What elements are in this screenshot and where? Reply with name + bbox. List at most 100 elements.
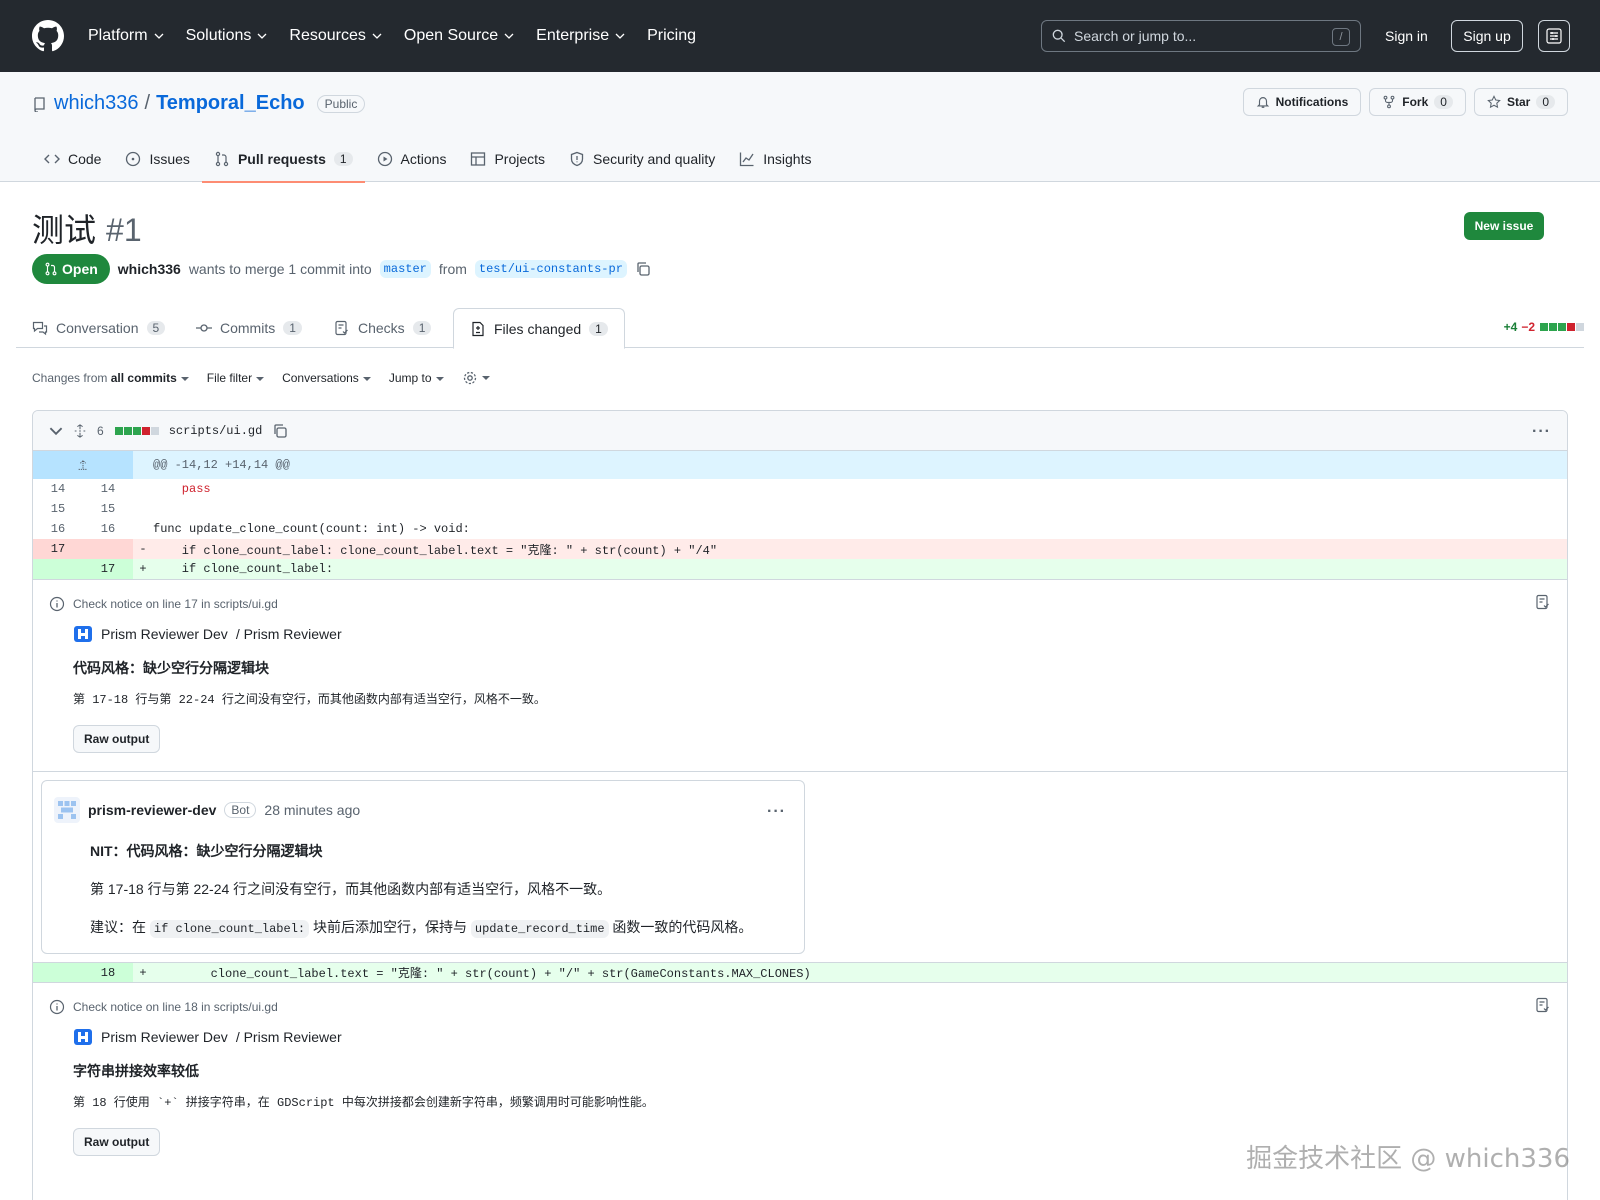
- search-shortcut-key: /: [1332, 28, 1350, 46]
- head-branch[interactable]: test/ui-constants-pr: [474, 260, 627, 278]
- copy-icon[interactable]: [272, 423, 288, 439]
- kebab-menu-icon[interactable]: ···: [767, 803, 786, 821]
- conversations-dropdown[interactable]: Conversations: [282, 371, 371, 385]
- commits-count: 1: [283, 321, 302, 335]
- repo-tabs: Code Issues Pull requests 1 Actions Proj…: [32, 136, 823, 183]
- code-line: 15 15: [33, 499, 1567, 519]
- notice-app-name[interactable]: Prism Reviewer Dev: [101, 1029, 228, 1045]
- visibility-badge: Public: [316, 94, 366, 113]
- new-line-number[interactable]: 14: [83, 479, 133, 499]
- repo-separator: /: [144, 92, 151, 114]
- tab-projects[interactable]: Projects: [458, 136, 557, 182]
- new-line-number[interactable]: 18: [83, 962, 133, 983]
- tab-actions[interactable]: Actions: [365, 136, 459, 182]
- pull-requests-count: 1: [333, 152, 353, 166]
- comment-author[interactable]: prism-reviewer-dev: [88, 802, 216, 818]
- tab-label: Actions: [400, 151, 447, 167]
- nav-platform[interactable]: Platform: [88, 27, 164, 45]
- new-line-number[interactable]: 17: [83, 559, 133, 579]
- sign-in-link[interactable]: Sign in: [1385, 28, 1428, 44]
- repo-owner-link[interactable]: which336: [54, 92, 139, 115]
- nav-pricing[interactable]: Pricing: [647, 27, 696, 45]
- suggestion-suffix: 函数一致的代码风格。: [612, 919, 753, 935]
- chevron-down-icon[interactable]: [49, 424, 63, 438]
- pr-number: #1: [106, 212, 142, 248]
- changes-value: all commits: [110, 371, 177, 385]
- sign-up-button[interactable]: Sign up: [1451, 20, 1523, 52]
- info-icon: [49, 999, 65, 1015]
- new-issue-button[interactable]: New issue: [1464, 212, 1544, 240]
- expand-up-icon[interactable]: [33, 451, 133, 479]
- tab-pull-requests[interactable]: Pull requests 1: [201, 136, 365, 183]
- raw-output-button[interactable]: Raw output: [73, 725, 161, 753]
- old-line-number[interactable]: [33, 559, 83, 579]
- base-branch[interactable]: master: [379, 260, 431, 278]
- star-button[interactable]: Star 0: [1473, 88, 1568, 116]
- search-input[interactable]: Search or jump to... /: [1041, 20, 1361, 52]
- tab-conversation[interactable]: Conversation 5: [16, 308, 181, 348]
- new-line-number[interactable]: [83, 539, 133, 559]
- nav-open-source[interactable]: Open Source: [404, 27, 514, 45]
- raw-output-button[interactable]: Raw output: [73, 1128, 161, 1156]
- fork-button[interactable]: Fork 0: [1369, 88, 1466, 116]
- notice-title: 字符串拼接效率较低: [73, 1063, 199, 1079]
- tab-code[interactable]: Code: [32, 136, 113, 182]
- file-filter-dropdown[interactable]: File filter: [207, 371, 265, 385]
- file-path-link[interactable]: scripts/ui.gd: [169, 424, 263, 438]
- inline-code: update_record_time: [470, 920, 609, 938]
- added-line: 17 + if clone_count_label:: [33, 559, 1567, 579]
- old-line-number[interactable]: 14: [33, 479, 83, 499]
- tab-files-changed[interactable]: Files changed 1: [453, 308, 625, 349]
- pr-author-link[interactable]: which336: [118, 261, 181, 277]
- avatar[interactable]: [54, 797, 80, 823]
- caret-down-icon: [180, 376, 189, 381]
- tab-checks[interactable]: Checks 1: [318, 308, 447, 348]
- search-placeholder: Search or jump to...: [1074, 28, 1197, 44]
- from-text: from: [438, 261, 467, 277]
- new-line-number[interactable]: 16: [83, 519, 133, 539]
- menu-button[interactable]: [1538, 20, 1570, 52]
- tab-label: Conversation: [56, 320, 139, 336]
- pr-title-text: 测试: [32, 212, 97, 248]
- old-line-number[interactable]: 15: [33, 499, 83, 519]
- tab-issues[interactable]: Issues: [113, 136, 201, 182]
- global-header: Platform Solutions Resources Open Source…: [0, 0, 1600, 72]
- notifications-button[interactable]: Notifications: [1242, 88, 1362, 116]
- expand-icon[interactable]: [73, 423, 87, 438]
- chevron-down-icon: [154, 33, 164, 39]
- old-line-number[interactable]: 16: [33, 519, 83, 539]
- code-text: clone_count_label.text = "克隆: " + str(co…: [153, 967, 811, 981]
- old-line-number[interactable]: [33, 962, 83, 983]
- copy-icon[interactable]: [635, 261, 651, 277]
- code-line: 14 14 pass: [33, 479, 1567, 499]
- settings-dropdown[interactable]: [462, 370, 490, 386]
- checks-count: 1: [412, 321, 432, 335]
- old-line-number[interactable]: 17: [33, 539, 83, 559]
- new-line-number[interactable]: 15: [83, 499, 133, 519]
- check-notice: Check notice on line 17 in scripts/ui.gd…: [33, 579, 1567, 771]
- search-icon: [1052, 29, 1066, 43]
- tab-insights[interactable]: Insights: [727, 136, 823, 182]
- github-logo-icon[interactable]: [32, 20, 64, 52]
- kebab-menu-icon[interactable]: ···: [1532, 423, 1551, 441]
- repo-name-link[interactable]: Temporal_Echo: [156, 92, 305, 115]
- merge-text: wants to merge 1 commit into: [188, 261, 372, 277]
- comment-time[interactable]: 28 minutes ago: [264, 802, 360, 818]
- jump-to-dropdown[interactable]: Jump to: [389, 371, 444, 385]
- checklist-icon[interactable]: [1535, 594, 1551, 610]
- jump-to-label: Jump to: [388, 371, 432, 385]
- tab-security[interactable]: Security and quality: [557, 136, 727, 182]
- nav-enterprise[interactable]: Enterprise: [536, 27, 625, 45]
- tab-commits[interactable]: Commits 1: [180, 308, 318, 348]
- nav-solutions[interactable]: Solutions: [186, 27, 268, 45]
- nav-resources[interactable]: Resources: [289, 27, 382, 45]
- changes-from-dropdown[interactable]: Changes from all commits: [32, 371, 189, 385]
- comment-discussion-icon: [32, 321, 48, 336]
- checklist-icon[interactable]: [1535, 997, 1551, 1013]
- notice-header: Check notice on line 17 in scripts/ui.gd: [49, 596, 1551, 612]
- notice-app-suffix: / Prism Reviewer: [235, 626, 342, 642]
- notice-app-name[interactable]: Prism Reviewer Dev: [101, 626, 228, 642]
- diff-marker: +: [139, 965, 147, 980]
- repo-actions: Notifications Fork 0 Star 0: [1242, 88, 1568, 116]
- comment-heading: NIT：代码风格：缺少空行分隔逻辑块: [90, 841, 788, 861]
